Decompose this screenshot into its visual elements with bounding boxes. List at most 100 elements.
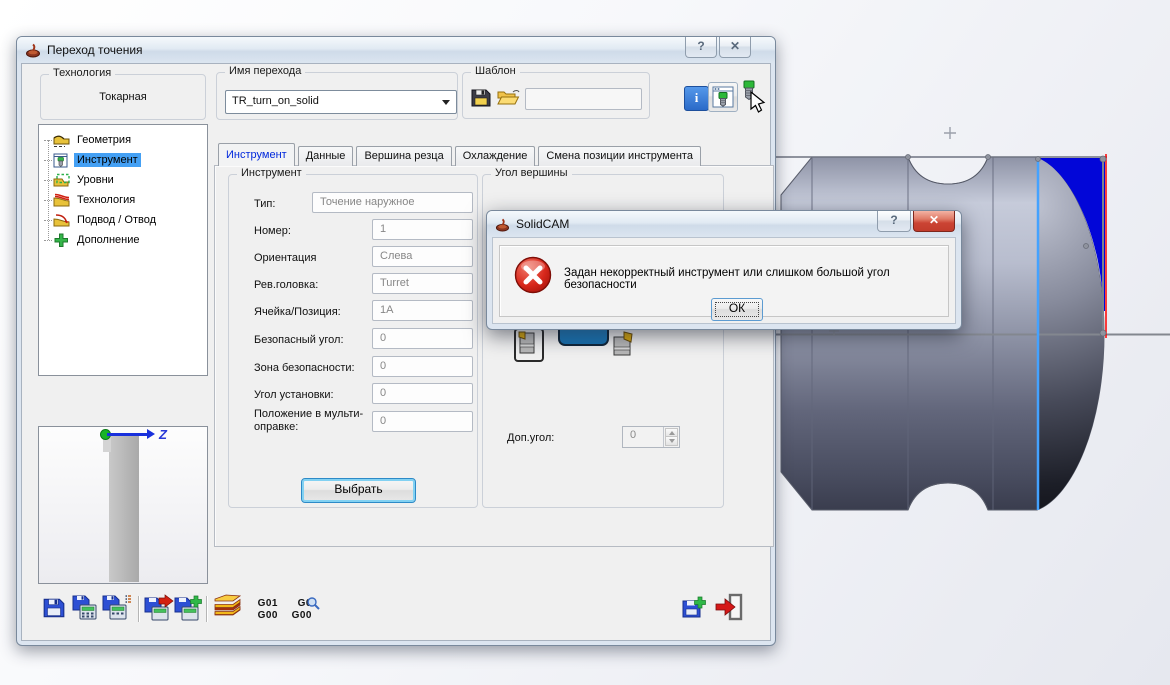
save-template-icon[interactable] [470,88,492,108]
plus-icon [54,233,68,247]
geometry-icon [53,135,70,147]
tree-item-label: Геометрия [77,134,132,146]
z-axis-arrow [107,433,149,436]
error-client-area: Задан некорректный инструмент или слишко… [492,237,956,324]
multiholder-position-field: 0 [372,411,473,432]
template-group-label: Шаблон [471,65,520,77]
vertex-tool-option-left[interactable] [514,328,544,362]
technology-value: Токарная [99,91,147,103]
technology-group-label: Технология [49,67,116,79]
field-label: Тип: [254,198,276,210]
technology-icon [53,193,70,206]
orientation-field: Слева [372,246,473,267]
operation-name-label: Имя перехода [225,65,306,77]
toolbar-separator [206,596,207,622]
tree-item-misc[interactable]: Дополнение [39,230,207,250]
tab-tool[interactable]: Инструмент [218,143,295,166]
tree-item-label: Подвод / Отвод [77,214,156,226]
tool-shank [109,436,139,582]
save-add-button[interactable] [682,596,708,620]
extra-angle-spinner: 0 [622,426,680,448]
error-message-panel: Задан некорректный инструмент или слишко… [499,245,949,321]
pick-tool-cursor-icon[interactable] [738,80,768,114]
main-help-button[interactable]: ? [685,37,717,58]
vertex-tool-option-right[interactable] [610,331,642,359]
field-label: Рев.головка: [254,279,319,291]
error-help-button[interactable]: ? [877,211,911,232]
approach-retract-icon [53,213,70,226]
field-label: Зона безопасности: [254,362,355,374]
tool-window-icon [712,86,734,108]
chevron-down-icon[interactable] [442,100,450,105]
tab-strip: Инструмент Данные Вершина резца Охлажден… [218,143,704,166]
save-calculate-list-button[interactable] [102,594,132,622]
template-name-field[interactable] [525,88,642,110]
mount-angle-field: 0 [372,383,473,404]
window-title: Переход точения [47,43,143,57]
screen: Переход точения ? ✕ Технология Токарная … [0,0,1170,685]
z-axis-arrowhead-icon [147,429,155,439]
toolbar-separator [138,596,139,622]
tab-tool-change-position[interactable]: Смена позиции инструмента [538,146,701,166]
ok-button[interactable]: ОК [711,298,763,321]
operation-name-value: TR_turn_on_solid [232,95,319,107]
save-button[interactable] [42,596,66,620]
tool-table-button[interactable] [708,82,738,112]
template-group: Шаблон [462,65,650,119]
field-label: Безопасный угол: [254,334,344,346]
open-template-icon[interactable] [497,89,521,107]
safety-zone-field: 0 [372,356,473,377]
tree-item-label: Инструмент [74,153,141,167]
solidcam-logo-icon [26,43,40,58]
field-label: Положение в мульти-оправке: [254,408,364,433]
info-button[interactable]: i [684,86,709,111]
save-calculate-add-button[interactable] [174,594,204,622]
extra-angle-value: 0 [630,429,637,441]
operation-name-combobox[interactable]: TR_turn_on_solid [225,90,457,114]
gcode-linear-button[interactable]: G01 G00 [250,598,278,622]
tree-item-geometry[interactable]: Геометрия [39,130,207,150]
tab-tool-tip[interactable]: Вершина резца [356,146,452,166]
tree-item-levels[interactable]: Уровни [39,170,207,190]
tree-item-approach-retract[interactable]: Подвод / Отвод [39,210,207,230]
save-calculate-run-button[interactable] [144,594,174,622]
main-titlebar[interactable]: Переход точения [17,37,775,63]
main-close-button[interactable]: ✕ [719,37,751,58]
safety-angle-field: 0 [372,328,473,349]
tab-data[interactable]: Данные [297,146,354,166]
select-tool-button[interactable]: Выбрать [301,478,416,503]
tool-number-field: 1 [372,219,473,240]
error-message: Задан некорректный инструмент или слишко… [564,267,890,291]
spin-down-icon [665,436,678,446]
tree-item-tool[interactable]: Инструмент [39,150,207,170]
tree-item-label: Технология [77,194,136,206]
magnifier-icon [307,597,320,610]
z-axis-label: Z [159,427,167,442]
turret-field: Turret [372,273,473,294]
error-dialog-title: SolidCAM [516,217,570,231]
levels-icon [53,173,70,186]
extra-angle-label: Доп.угол: [507,432,555,444]
vertex-angle-title: Угол вершины [491,167,572,179]
simulation-button[interactable] [212,593,244,623]
station-field: 1A [372,300,473,321]
operation-name-group: Имя перехода TR_turn_on_solid [216,65,458,120]
turning-operation-dialog: Переход точения ? ✕ Технология Токарная … [16,36,776,646]
tree-item-label: Уровни [77,174,114,186]
main-client-area: Технология Токарная Имя перехода TR_turn… [21,63,774,641]
error-icon [514,256,552,294]
tab-coolant[interactable]: Охлаждение [454,146,536,166]
tool-holder-left-icon [518,331,535,354]
field-label: Ориентация [254,252,317,264]
tool-type-field: Точение наружное [312,192,473,213]
spinner-buttons [663,427,679,447]
tool-table-icon [53,153,68,167]
tree-item-technology[interactable]: Технология [39,190,207,210]
exit-button[interactable] [714,593,744,621]
field-label: Угол установки: [254,389,334,401]
error-close-button[interactable]: ✕ [913,211,955,232]
operation-tree: Геометрия Инструмент Уровни Технология П… [38,124,208,376]
field-label: Номер: [254,225,291,237]
save-calculate-button[interactable] [72,594,99,622]
technology-group: Технология Токарная [40,67,206,120]
